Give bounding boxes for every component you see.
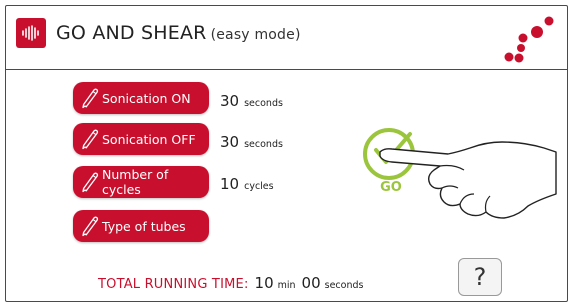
page-title: GO AND SHEAR (easy mode) [56,22,301,44]
type-of-tubes-button[interactable]: Type of tubes [73,210,209,242]
pointing-hand-icon [379,141,557,219]
value-number: 10 [220,175,240,193]
value-number: 30 [220,133,240,151]
header: GO AND SHEAR (easy mode) [16,18,301,48]
pencil-icon [82,216,99,237]
device-screen: GO AND SHEAR (easy mode) Sonication ON 30… [5,5,568,302]
sonication-off-label: Sonication OFF [102,131,196,147]
value-unit: seconds [244,98,283,109]
help-button[interactable]: ? [458,258,502,296]
number-of-cycles-button[interactable]: Number of cycles [73,166,209,198]
number-of-cycles-value: 10 cycles [220,175,274,193]
minutes-unit: min [277,280,296,291]
help-label: ? [473,263,487,291]
value-unit: cycles [244,181,274,192]
header-divider [6,69,567,70]
sonication-on-label: Sonication ON [102,90,191,106]
waveform-icon [16,18,46,48]
pencil-icon [82,172,99,193]
seconds-unit: seconds [324,280,364,291]
number-of-cycles-label: Number of cycles [102,167,169,197]
value-unit: seconds [244,139,283,150]
type-of-tubes-label: Type of tubes [102,218,186,234]
total-running-time: TOTAL RUNNING TIME: 10 min 00 seconds [98,274,363,292]
value-number: 30 [220,92,240,110]
sonication-on-value: 30 seconds [220,92,283,110]
sonication-off-button[interactable]: Sonication OFF [73,123,209,155]
total-minutes: 10 [254,274,274,292]
sonication-on-button[interactable]: Sonication ON [73,82,209,114]
title-text: GO AND SHEAR [56,22,207,44]
mode-text: (easy mode) [210,27,301,43]
total-label: TOTAL RUNNING TIME: [98,277,249,292]
dots-logo-icon [504,16,554,63]
pencil-icon [82,129,99,150]
total-seconds: 00 [301,274,321,292]
pencil-icon [82,88,99,109]
sonication-off-value: 30 seconds [220,133,283,151]
